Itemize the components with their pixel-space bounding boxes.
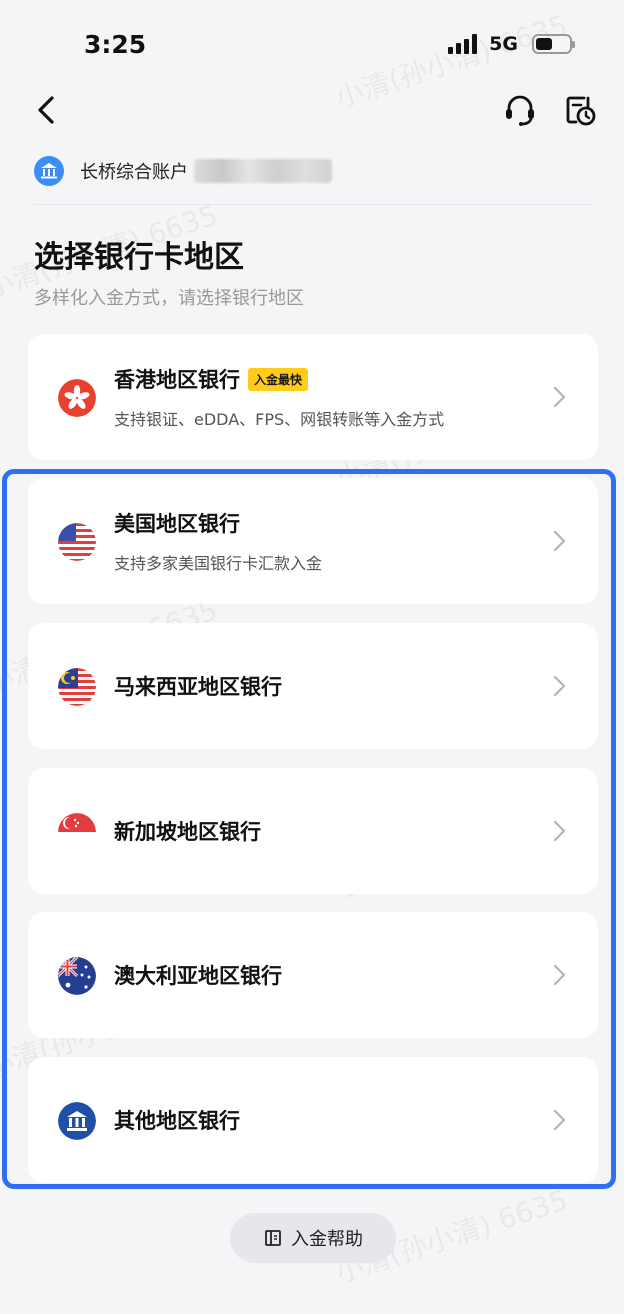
back-button[interactable] xyxy=(30,90,66,130)
australia-flag-icon xyxy=(58,957,96,995)
region-title: 其他地区银行 xyxy=(114,1109,240,1133)
status-time: 3:25 xyxy=(84,30,147,59)
region-card-text: 新加坡地区银行 xyxy=(114,768,261,894)
region-card-text: 美国地区银行 支持多家美国银行卡汇款入金 xyxy=(114,478,322,604)
region-card-text: 澳大利亚地区银行 xyxy=(114,912,282,1038)
status-bar: 3:25 5G xyxy=(0,0,624,80)
chevron-right-icon xyxy=(553,530,566,552)
book-icon xyxy=(265,1230,281,1246)
region-card-text: 香港地区银行 入金最快 支持银证、eDDA、FPS、网银转账等入金方式 xyxy=(114,334,444,460)
chevron-right-icon xyxy=(553,386,566,408)
account-name: 长桥综合账户 xyxy=(80,162,188,183)
fastest-badge: 入金最快 xyxy=(248,367,309,391)
region-desc: 支持多家美国银行卡汇款入金 xyxy=(114,554,323,573)
region-card-other[interactable]: 其他地区银行 xyxy=(28,1057,598,1183)
region-desc: 支持银证、eDDA、FPS、网银转账等入金方式 xyxy=(114,410,445,429)
deposit-help-label: 入金帮助 xyxy=(291,1229,363,1250)
us-flag-icon xyxy=(58,523,96,561)
deposit-help-button[interactable]: 入金帮助 xyxy=(230,1213,396,1263)
region-card-australia[interactable]: 澳大利亚地区银行 xyxy=(28,912,598,1038)
account-number-masked xyxy=(194,159,332,183)
region-card-us[interactable]: 美国地区银行 支持多家美国银行卡汇款入金 xyxy=(28,478,598,604)
chevron-left-icon xyxy=(38,96,54,124)
chevron-right-icon xyxy=(553,964,566,986)
hong-kong-flag-icon xyxy=(58,379,96,417)
records-button[interactable] xyxy=(562,92,598,128)
singapore-flag-icon xyxy=(58,813,96,851)
divider xyxy=(34,204,594,205)
headset-icon xyxy=(506,95,534,126)
history-icon xyxy=(566,96,596,126)
nav-bar xyxy=(0,84,624,136)
chevron-right-icon xyxy=(553,1109,566,1131)
region-title: 马来西亚地区银行 xyxy=(114,675,282,699)
malaysia-flag-icon xyxy=(58,668,96,706)
chevron-right-icon xyxy=(553,820,566,842)
region-card-text: 其他地区银行 xyxy=(114,1057,240,1183)
status-indicators: 5G xyxy=(448,33,575,55)
bank-icon xyxy=(34,156,64,186)
region-card-malaysia[interactable]: 马来西亚地区银行 xyxy=(28,623,598,749)
bank-icon xyxy=(58,1102,96,1140)
region-card-hong-kong[interactable]: 香港地区银行 入金最快 支持银证、eDDA、FPS、网银转账等入金方式 xyxy=(28,334,598,460)
region-card-singapore[interactable]: 新加坡地区银行 xyxy=(28,768,598,894)
customer-service-button[interactable] xyxy=(502,92,538,128)
page-title: 选择银行卡地区 xyxy=(34,240,244,275)
account-selector[interactable]: 长桥综合账户 xyxy=(34,156,332,186)
signal-icon xyxy=(448,34,478,54)
region-title: 美国地区银行 xyxy=(114,512,240,536)
region-title: 澳大利亚地区银行 xyxy=(114,964,282,988)
page-subtitle: 多样化入金方式，请选择银行地区 xyxy=(34,288,304,309)
region-card-text: 马来西亚地区银行 xyxy=(114,623,282,749)
battery-icon xyxy=(532,34,575,54)
region-title: 香港地区银行 xyxy=(114,368,240,392)
network-type: 5G xyxy=(489,33,518,55)
region-title: 新加坡地区银行 xyxy=(114,820,261,844)
chevron-right-icon xyxy=(553,675,566,697)
